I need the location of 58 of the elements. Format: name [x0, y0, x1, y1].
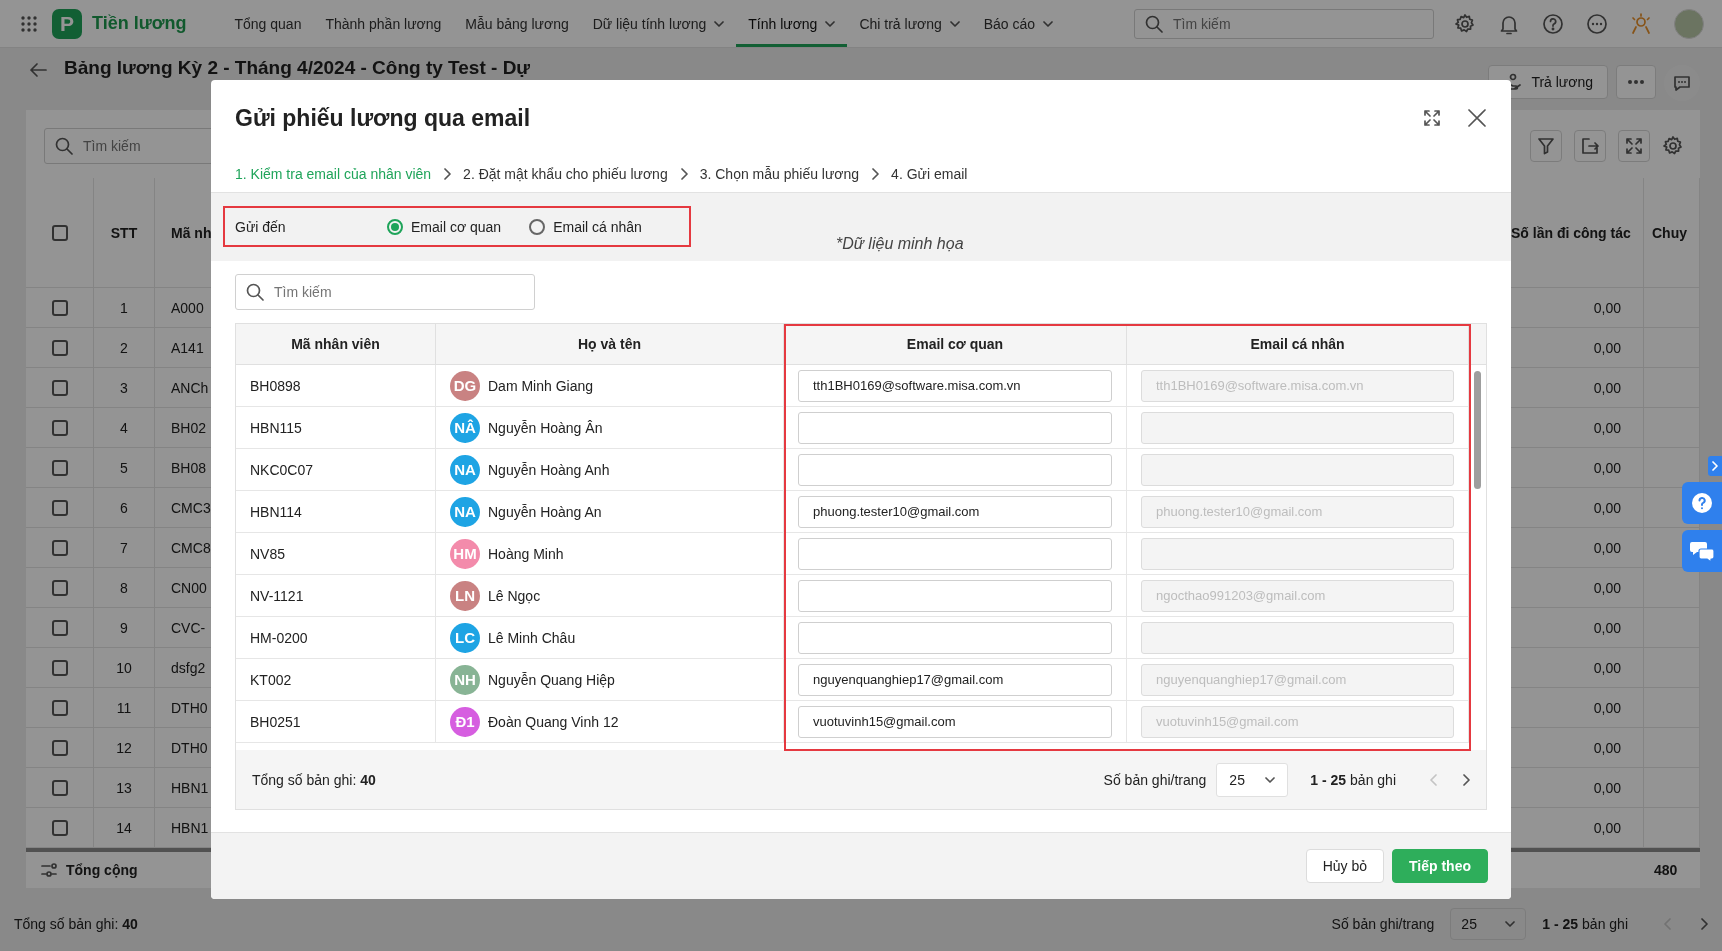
table-cell: 12 — [94, 728, 155, 767]
table-cell: 10 — [94, 648, 155, 687]
employee-name: Dam Minh Giang — [488, 377, 594, 394]
table-cell: 3 — [94, 368, 155, 407]
table-cell: 4 — [94, 408, 155, 447]
employee-name: Nguyễn Hoàng Ân — [488, 419, 603, 436]
column-header: Mã nhân viên — [236, 324, 436, 364]
table-cell: 9 — [94, 608, 155, 647]
avatar: LN — [450, 580, 480, 611]
employee-name: Nguyễn Hoàng An — [488, 503, 602, 520]
page-size-label: Số bản ghi/trang — [1331, 916, 1435, 932]
app-logo: P — [52, 8, 82, 39]
table-cell: NV85 — [236, 533, 436, 574]
table-cell: BH0251 — [236, 701, 436, 742]
record-range: 1 - 25 bản ghi — [1542, 916, 1628, 932]
employee-name: Hoàng Minh — [488, 545, 564, 562]
page-size-label: Số bản ghi/trang — [1103, 771, 1207, 788]
record-range: 1 - 25 bản ghi — [1310, 771, 1396, 788]
avatar: NA — [450, 496, 480, 527]
column-header: Chuy — [1644, 178, 1700, 287]
avatar: NÂ — [450, 412, 480, 443]
table-cell: HM-0200 — [236, 617, 436, 658]
table-cell: 1 — [94, 288, 155, 327]
table-cell: 14 — [94, 808, 155, 847]
table-cell: 11 — [94, 688, 155, 727]
avatar: LC — [450, 622, 480, 653]
record-count: Tổng số bản ghi: 40 — [14, 916, 138, 932]
table-cell: 5 — [94, 448, 155, 487]
table-cell: 7 — [94, 528, 155, 567]
employee-name: Nguyễn Hoàng Anh — [488, 461, 610, 478]
avatar: NH — [450, 664, 480, 695]
employee-name: Nguyễn Quang Hiệp — [488, 671, 615, 688]
column-header: STT — [94, 178, 155, 287]
table-cell: 13 — [94, 768, 155, 807]
record-count: Tổng số bản ghi: 40 — [252, 771, 376, 788]
table-cell: NV-1121 — [236, 575, 436, 616]
table-cell: HBN115 — [236, 407, 436, 448]
table-cell: 2 — [94, 328, 155, 367]
table-cell: HBN114 — [236, 491, 436, 532]
avatar: DG — [450, 370, 480, 401]
field-label: Gửi đến — [235, 218, 287, 235]
page-title: Bảng lương Kỳ 2 - Tháng 4/2024 - Công ty Test - Dự — [64, 57, 531, 79]
table-cell: 6 — [94, 488, 155, 527]
employee-name: Lê Ngọc — [488, 587, 541, 604]
app-name: Tiền lương — [92, 13, 187, 34]
avatar: NA — [450, 454, 480, 485]
employee-name: Lê Minh Châu — [488, 629, 576, 646]
table-cell: BH0898 — [236, 365, 436, 406]
table-cell: NKC0C07 — [236, 449, 436, 490]
column-header: Họ và tên — [436, 324, 784, 364]
note-text: *Dữ liệu minh họa — [836, 235, 964, 253]
total-label: Tổng cộng — [66, 862, 138, 878]
total-value: 480 — [1654, 862, 1679, 878]
avatar: Đ1 — [450, 706, 480, 737]
table-cell: 8 — [94, 568, 155, 607]
table-cell: KT002 — [236, 659, 436, 700]
avatar: HM — [450, 538, 480, 569]
employee-name: Đoàn Quang Vinh 12 — [488, 713, 619, 730]
